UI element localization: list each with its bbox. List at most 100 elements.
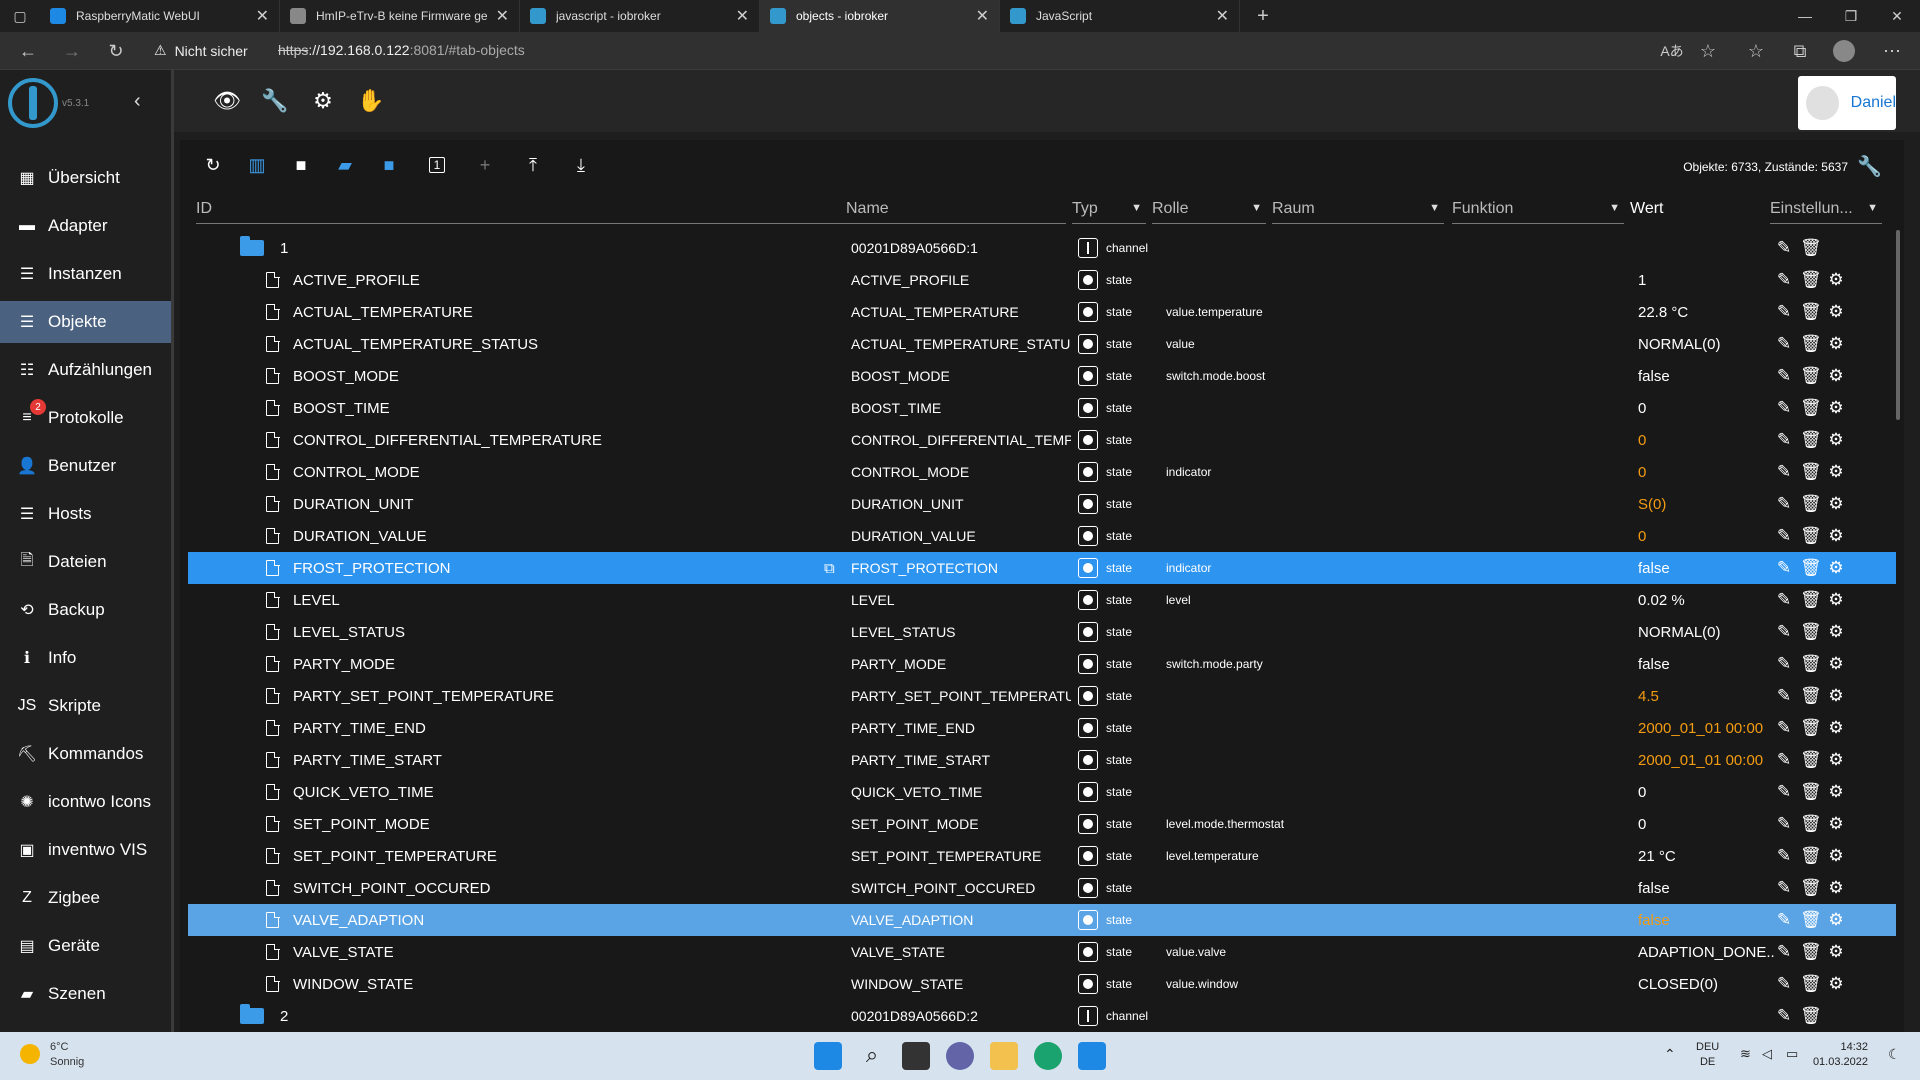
clock[interactable]: 14:32 01.03.2022 <box>1812 1040 1868 1070</box>
object-value[interactable]: 4.5 <box>1638 688 1659 705</box>
user-button[interactable]: Daniel <box>1798 76 1896 130</box>
table-row[interactable]: CONTROL_DIFFERENTIAL_TEMPERATURE CONTROL_… <box>188 424 1896 456</box>
edit-icon[interactable]: ✎ <box>1774 974 1794 994</box>
gear-icon[interactable]: ⚙ <box>1826 622 1846 642</box>
sidebar-item-list[interactable]: ☰ Objekte <box>0 301 171 343</box>
collapse-sidebar-icon[interactable]: ‹ <box>134 90 141 113</box>
edit-icon[interactable]: ✎ <box>1774 398 1794 418</box>
add-icon[interactable]: + <box>472 152 498 178</box>
header-settings[interactable]: Einstellun... ▼ <box>1770 200 1882 224</box>
expert-mode-icon[interactable]: ✋ <box>356 86 386 116</box>
upload-icon[interactable]: ⤒ <box>520 152 546 178</box>
sidebar-item-icontwo[interactable]: ✺ icontwo Icons <box>0 781 171 823</box>
battery-icon[interactable]: ▭ <box>1786 1046 1798 1062</box>
edit-icon[interactable]: ✎ <box>1774 1006 1794 1026</box>
gear-icon[interactable]: ⚙ <box>1826 462 1846 482</box>
folder-expand-icon[interactable]: ■ <box>376 152 402 178</box>
header-id[interactable]: ID <box>196 200 860 224</box>
reload-icon[interactable]: ↻ <box>100 36 132 66</box>
close-tab-icon[interactable]: ✕ <box>736 6 749 26</box>
gear-icon[interactable]: ⚙ <box>1826 718 1846 738</box>
delete-icon[interactable]: 🗑 <box>1800 366 1822 386</box>
gear-icon[interactable]: ⚙ <box>1826 494 1846 514</box>
edit-icon[interactable]: ✎ <box>1774 782 1794 802</box>
notifications-icon[interactable]: ☾ <box>1888 1046 1901 1063</box>
sidebar-item-logs[interactable]: ≡ Protokolle 2 <box>0 397 171 439</box>
edge-icon[interactable] <box>1034 1042 1062 1070</box>
gear-icon[interactable]: ⚙ <box>1826 878 1846 898</box>
sidebar-item-files[interactable]: 🗎 Dateien <box>0 541 171 583</box>
table-row[interactable]: CONTROL_MODE CONTROL_MODE state indicator 0 ✎… <box>188 456 1896 488</box>
delete-icon[interactable]: 🗑 <box>1800 686 1822 706</box>
sidebar-item-hosts[interactable]: ☰ Hosts <box>0 493 171 535</box>
gear-icon[interactable]: ⚙ <box>1826 398 1846 418</box>
gear-icon[interactable]: ⚙ <box>1826 334 1846 354</box>
delete-icon[interactable]: 🗑 <box>1800 974 1822 994</box>
table-row[interactable]: VALVE_STATE VALVE_STATE state value.valve AD… <box>188 936 1896 968</box>
table-row[interactable]: SET_POINT_MODE SET_POINT_MODE state level.m… <box>188 808 1896 840</box>
sidebar-item-scripts[interactable]: JS Skripte <box>0 685 171 727</box>
sidebar-item-info[interactable]: ℹ Info <box>0 637 171 679</box>
delete-icon[interactable]: 🗑 <box>1800 302 1822 322</box>
sidebar-item-commands[interactable]: ⛏ Kommandos <box>0 733 171 775</box>
object-value[interactable]: false <box>1638 368 1670 385</box>
favorite-add-icon[interactable]: ☆ <box>1692 36 1724 66</box>
delete-icon[interactable]: 🗑 <box>1800 430 1822 450</box>
task-view-icon[interactable] <box>902 1042 930 1070</box>
network-icon[interactable]: ≋ <box>1740 1046 1751 1062</box>
forward-icon[interactable]: → <box>56 36 88 66</box>
gear-icon[interactable]: ⚙ <box>1826 846 1846 866</box>
restore-icon[interactable]: ❐ <box>1828 0 1874 32</box>
browser-tab[interactable]: javascript - iobroker ✕ <box>520 0 760 32</box>
delete-icon[interactable]: 🗑 <box>1800 558 1822 578</box>
gear-icon[interactable]: ⚙ <box>1826 366 1846 386</box>
sidebar-item-enums[interactable]: ☷ Aufzählungen <box>0 349 171 391</box>
back-icon[interactable]: ← <box>12 36 44 66</box>
gear-icon[interactable]: ⚙ <box>1826 782 1846 802</box>
object-value[interactable]: false <box>1638 560 1670 577</box>
object-value[interactable]: 0 <box>1638 528 1646 545</box>
chat-icon[interactable] <box>946 1042 974 1070</box>
sidebar-item-store[interactable]: ▬ Adapter <box>0 205 171 247</box>
header-name[interactable]: Name <box>846 200 1066 224</box>
edit-icon[interactable]: ✎ <box>1774 494 1794 514</box>
table-row[interactable]: PARTY_TIME_START PARTY_TIME_START state 200… <box>188 744 1896 776</box>
browser-tab[interactable]: JavaScript ✕ <box>1000 0 1240 32</box>
sidebar-item-instances[interactable]: ☰ Instanzen <box>0 253 171 295</box>
download-icon[interactable]: ⤓ <box>568 152 594 178</box>
object-value[interactable]: 0 <box>1638 400 1646 417</box>
gear-icon[interactable]: ⚙ <box>1826 590 1846 610</box>
edit-icon[interactable]: ✎ <box>1774 878 1794 898</box>
gear-icon[interactable]: ⚙ <box>1826 814 1846 834</box>
browser-tab[interactable]: HmIP-eTrv-B keine Firmware ge ✕ <box>280 0 520 32</box>
object-value[interactable]: S(0) <box>1638 496 1666 513</box>
edit-icon[interactable]: ✎ <box>1774 302 1794 322</box>
object-value[interactable]: NORMAL(0) <box>1638 336 1721 353</box>
gear-icon[interactable]: ⚙ <box>1826 430 1846 450</box>
edit-icon[interactable]: ✎ <box>1774 942 1794 962</box>
refresh-icon[interactable]: ↻ <box>200 152 226 178</box>
object-value[interactable]: 0 <box>1638 784 1646 801</box>
gear-icon[interactable]: ⚙ <box>1826 270 1846 290</box>
table-row[interactable]: LEVEL_STATUS LEVEL_STATUS state NORMAL(0) ✎ 🗑… <box>188 616 1896 648</box>
gear-icon[interactable]: ⚙ <box>1826 558 1846 578</box>
gear-icon[interactable]: ⚙ <box>1826 750 1846 770</box>
gear-icon[interactable]: ⚙ <box>1826 654 1846 674</box>
header-function[interactable]: Funktion ▼ <box>1452 200 1624 224</box>
edit-icon[interactable]: ✎ <box>1774 718 1794 738</box>
copy-icon[interactable]: ⧉ <box>824 552 848 584</box>
sidebar-item-vis[interactable]: ▣ inventwo VIS <box>0 829 171 871</box>
sidebar-item-backup[interactable]: ⟲ Backup <box>0 589 171 631</box>
minimize-icon[interactable]: — <box>1782 0 1828 32</box>
edit-icon[interactable]: ✎ <box>1774 526 1794 546</box>
edit-icon[interactable]: ✎ <box>1774 238 1794 258</box>
delete-icon[interactable]: 🗑 <box>1800 910 1822 930</box>
chevron-up-icon[interactable]: ⌃ <box>1664 1046 1676 1063</box>
folder-row[interactable]: 1 00201D89A0566D:1 channel ✎ 🗑 <box>188 232 1896 264</box>
delete-icon[interactable]: 🗑 <box>1800 942 1822 962</box>
wrench-icon[interactable]: 🔧 <box>260 86 290 116</box>
favorites-icon[interactable]: ☆ <box>1740 36 1772 66</box>
scrollbar[interactable] <box>1896 230 1900 420</box>
delete-icon[interactable]: 🗑 <box>1800 334 1822 354</box>
sidebar-item-grid[interactable]: ▦ Übersicht <box>0 157 171 199</box>
